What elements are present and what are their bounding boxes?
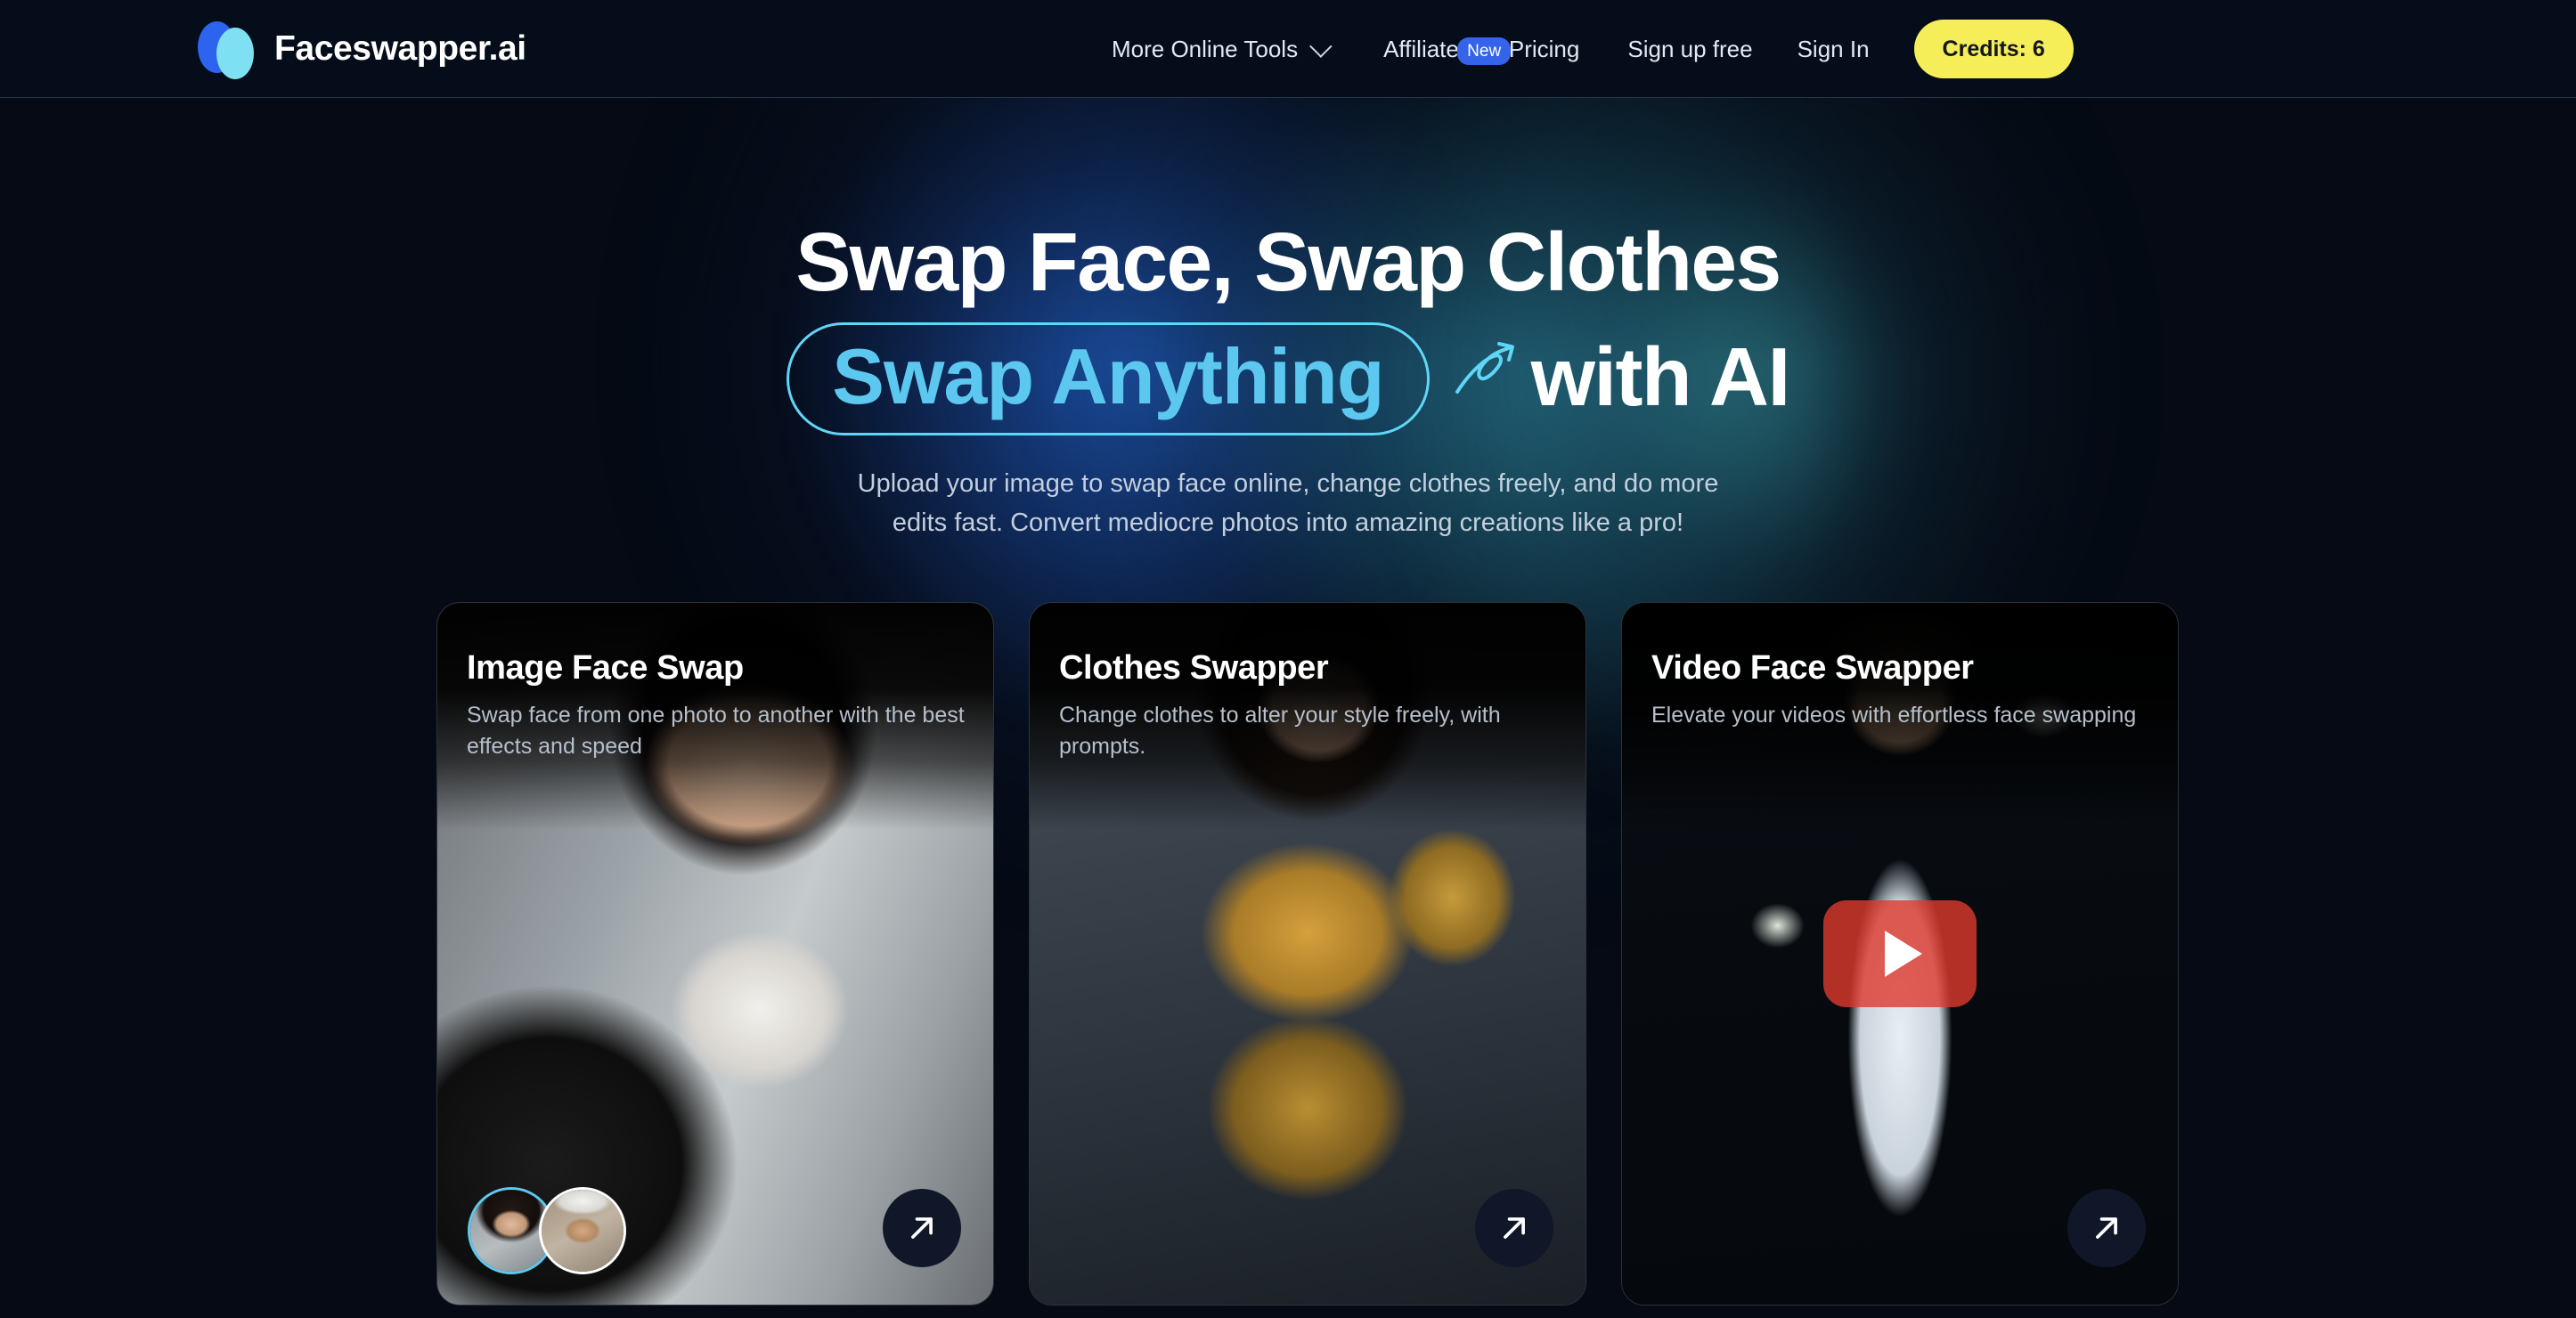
hero-subtitle: Upload your image to swap face online, c… (0, 464, 2576, 542)
card-title: Image Face Swap (467, 649, 744, 687)
youtube-play-icon (1885, 931, 1922, 977)
card-text-block: Video Face Swapper Elevate your videos w… (1651, 649, 2151, 731)
card-go-button[interactable] (1475, 1189, 1553, 1267)
nav-item-affiliate[interactable]: Affiliate New (1383, 35, 1512, 66)
card-image-face-swap[interactable]: Image Face Swap Swap face from one photo… (436, 602, 994, 1306)
card-title: Clothes Swapper (1059, 649, 1329, 687)
nav-item-sign-in[interactable]: Sign In (1797, 36, 1870, 63)
new-badge: New (1457, 37, 1512, 66)
hero-subtitle-line-1: Upload your image to swap face online, c… (857, 469, 1719, 499)
card-description: Elevate your videos with effortless face… (1651, 702, 2137, 728)
arrow-up-right-icon (2096, 1217, 2117, 1239)
card-go-button[interactable] (883, 1189, 961, 1267)
hero-headline-tail: with AI (1530, 330, 1791, 424)
nav-item-pricing[interactable]: Pricing (1509, 36, 1579, 63)
arrow-up-right-icon (1504, 1217, 1525, 1239)
card-description: Swap face from one photo to another with… (467, 702, 965, 760)
nav-label-pricing: Pricing (1508, 35, 1580, 62)
card-go-button[interactable] (2067, 1189, 2146, 1267)
nav-item-sign-up-free[interactable]: Sign up free (1627, 36, 1752, 63)
faceswapper-logo-icon (198, 20, 257, 79)
avatar-selector-group (468, 1187, 626, 1274)
nav-label-affiliate: Affiliate (1383, 35, 1459, 62)
avatar-option[interactable] (539, 1187, 626, 1274)
hero-headline-line-1: Swap Face, Swap Clothes (795, 216, 1781, 308)
top-navigation-bar: Faceswapper.ai More Online Tools Affilia… (0, 0, 2576, 98)
credits-button[interactable]: Credits: 6 (1913, 20, 2074, 78)
hero-subtitle-line-2: edits fast. Convert mediocre photos into… (892, 508, 1684, 538)
arrow-up-right-icon (911, 1217, 933, 1239)
nav-label-more-online-tools: More Online Tools (1112, 35, 1299, 62)
page-root: Faceswapper.ai More Online Tools Affilia… (0, 0, 2576, 1318)
logo-ellipse-cyan (216, 28, 254, 79)
hero-section: Swap Face, Swap Clothes Swap Anything wi… (0, 98, 2576, 543)
avatar-face-image (542, 1190, 624, 1272)
card-text-block: Image Face Swap Swap face from one photo… (467, 649, 966, 763)
card-video-face-swapper[interactable]: Video Face Swapper Elevate your videos w… (1621, 602, 2179, 1306)
swap-anything-pill[interactable]: Swap Anything (787, 321, 1430, 436)
nav-item-more-online-tools[interactable]: More Online Tools (1112, 35, 1333, 63)
chevron-down-icon (1309, 35, 1333, 58)
hero-headline-line-2: Swap Anything with AI (0, 321, 2576, 436)
card-description: Change clothes to alter your style freel… (1059, 702, 1501, 760)
feature-cards-row: Image Face Swap Swap face from one photo… (436, 602, 2179, 1306)
card-text-block: Clothes Swapper Change clothes to alter … (1059, 649, 1559, 763)
curly-arrow-up-right-icon (1453, 340, 1517, 403)
card-title: Video Face Swapper (1651, 649, 1974, 687)
youtube-play-button[interactable] (1823, 900, 1977, 1007)
nav-links-group: More Online Tools Affiliate New Pricing … (1112, 0, 2074, 98)
card-clothes-swapper[interactable]: Clothes Swapper Change clothes to alter … (1029, 602, 1586, 1306)
nav-label-sign-up-free: Sign up free (1627, 35, 1753, 62)
brand-name-text: Faceswapper.ai (274, 29, 526, 68)
brand-logo-link[interactable]: Faceswapper.ai (198, 0, 526, 98)
nav-label-sign-in: Sign In (1797, 35, 1870, 62)
